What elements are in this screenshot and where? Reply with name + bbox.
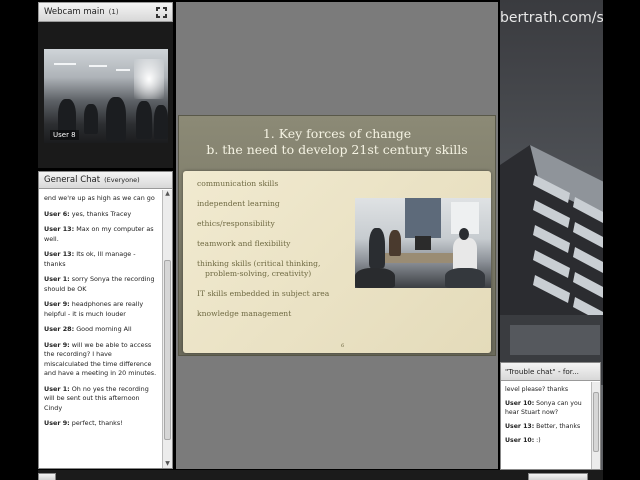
- general-chat-scrollbar[interactable]: ▲ ▼: [162, 190, 172, 468]
- chat-message: User 13: Better, thanks: [505, 423, 581, 430]
- chat-message: end we're up as high as we can go: [44, 194, 155, 202]
- slide-bullet: thinking skills (critical thinking, probl…: [197, 259, 321, 278]
- chat-message: level please? thanks: [505, 386, 569, 393]
- slide-title-line1: 1. Key forces of change: [262, 126, 412, 141]
- chat-message: User 6: yes, thanks Tracey: [44, 209, 132, 218]
- slide-page-number: 6: [341, 343, 345, 349]
- scroll-down-icon[interactable]: ▼: [163, 460, 172, 468]
- chat-message: User 1: sorry Sonya the recording should…: [44, 275, 155, 293]
- chat-message: User 28: Good morning All: [44, 325, 132, 333]
- webcam-header[interactable]: Webcam main (1): [38, 2, 173, 22]
- scroll-up-icon[interactable]: ▲: [163, 190, 172, 198]
- slide-bullet: teamwork and flexibility: [197, 239, 291, 248]
- slide-content: communication skills independent learnin…: [183, 171, 491, 353]
- chat-message: User 10: Sonya can you hear Stuart now?: [505, 400, 582, 416]
- webcam-video: User 8: [44, 49, 168, 143]
- slide: 1. Key forces of change b. the need to d…: [178, 115, 496, 356]
- presentation-stage: 1. Key forces of change b. the need to d…: [176, 2, 498, 469]
- trouble-chat-panel: "Trouble chat" - for... level please? th…: [500, 362, 601, 470]
- slide-title: 1. Key forces of change b. the need to d…: [179, 126, 495, 158]
- chat-message: User 9: will we be able to access the re…: [44, 340, 157, 378]
- chat-message: User 10: :): [505, 437, 541, 444]
- bottom-left-button[interactable]: [38, 473, 56, 480]
- trouble-chat-messages: level please? thanks User 10: Sonya can …: [501, 382, 591, 469]
- slide-bullet: communication skills: [197, 179, 279, 188]
- slide-photo: [355, 198, 491, 288]
- chat-message: User 13: Max on my computer as well.: [44, 225, 154, 243]
- trouble-chat-scrollbar[interactable]: [591, 382, 600, 469]
- slide-bullet-list: communication skills independent learnin…: [197, 179, 357, 329]
- general-chat-messages: end we're up as high as we can go User 6…: [39, 190, 162, 468]
- slide-bullet: ethics/responsibility: [197, 219, 275, 228]
- bottom-toolbar: [38, 470, 603, 480]
- general-chat-panel: General Chat (Everyone) end we're up as …: [38, 171, 173, 469]
- right-black-strip: [603, 0, 640, 480]
- slide-bullet: IT skills embedded in subject area: [197, 289, 330, 298]
- trouble-chat-header[interactable]: "Trouble chat" - for...: [501, 363, 600, 381]
- trouble-chat-scroll-thumb[interactable]: [593, 392, 599, 452]
- general-chat-scroll-thumb[interactable]: [164, 260, 171, 440]
- general-chat-title: General Chat: [44, 175, 101, 185]
- webcam-title: Webcam main: [44, 7, 105, 17]
- webcam-count: (1): [108, 8, 119, 16]
- slide-bullet: independent learning: [197, 199, 280, 208]
- general-chat-scope: (Everyone): [104, 176, 140, 184]
- webcam-user-label: User 8: [50, 130, 79, 140]
- chat-message: User 9: headphones are really helpful - …: [44, 300, 144, 318]
- trouble-chat-title: "Trouble chat" - for...: [505, 367, 579, 376]
- maximize-icon[interactable]: [156, 6, 167, 18]
- slide-bullet: knowledge management: [197, 309, 292, 318]
- chat-message: User 9: perfect, thanks!: [44, 419, 123, 427]
- slide-title-line2: b. the need to develop 21st century skil…: [206, 142, 468, 157]
- chat-message: User 13: Its ok, Ill manage - thanks: [44, 250, 136, 268]
- webcam-panel: Webcam main (1) User 8: [38, 2, 173, 168]
- bottom-right-button[interactable]: [528, 473, 588, 480]
- chat-message: User 1: Oh no yes the recording will be …: [44, 384, 149, 412]
- general-chat-header[interactable]: General Chat (Everyone): [39, 172, 172, 189]
- background-url-text: bertrath.com/ser: [500, 10, 619, 26]
